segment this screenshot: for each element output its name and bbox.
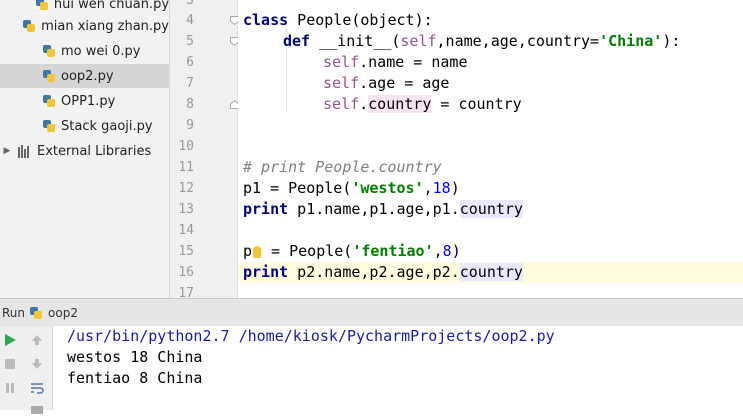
- line-number: 12: [178, 181, 194, 196]
- tree-file-stack-gaoji[interactable]: Stack gaoji.py: [0, 114, 169, 138]
- line-number: 11: [178, 160, 194, 175]
- tree-file-mian-xiang-zhan[interactable]: mian xiang zhan.py: [0, 14, 169, 38]
- tree-item-label: OPP1.py: [61, 93, 116, 109]
- tree-item-label: hui wen chuan.py: [53, 0, 170, 12]
- code-line-16: print p2.name,p2.age,p2.country: [243, 263, 523, 281]
- line-number: 10: [178, 139, 194, 154]
- run-console: /usr/bin/python2.7 /home/kiosk/PycharmPr…: [0, 326, 743, 414]
- tree-file-opp1[interactable]: OPP1.py: [0, 89, 169, 113]
- tree-item-label: mo wei 0.py: [61, 43, 141, 59]
- run-config-name[interactable]: oop2: [48, 306, 78, 320]
- python-file-icon: [42, 44, 56, 58]
- code-editor[interactable]: class People(object): def __init__(self,…: [238, 0, 743, 298]
- code-line-7: self.age = age: [323, 74, 450, 92]
- lightbulb-icon[interactable]: [253, 245, 262, 258]
- python-config-icon: [29, 306, 43, 320]
- code-line-8: self.country = country: [323, 95, 522, 113]
- console-output-line: fentiao 8 China: [67, 369, 203, 387]
- stop-icon[interactable]: [2, 356, 18, 372]
- soft-wrap-icon[interactable]: [29, 380, 45, 396]
- line-number: 4: [186, 13, 194, 28]
- code-line-15: p = People('fentiao',8): [243, 242, 461, 260]
- line-number: 6: [186, 55, 194, 70]
- line-number: 13: [178, 202, 194, 217]
- python-file-icon: [22, 19, 36, 33]
- code-line-11: # print People.country: [243, 158, 442, 176]
- tree-file-oop2[interactable]: oop2.py: [0, 64, 169, 88]
- python-file-icon: [42, 119, 56, 133]
- run-panel-header: Run oop2: [0, 298, 743, 327]
- tree-item-label: oop2.py: [61, 68, 114, 84]
- console-command-line: /usr/bin/python2.7 /home/kiosk/PycharmPr…: [67, 327, 555, 345]
- library-icon: [18, 144, 32, 158]
- code-line-5: def __init__(self,name,age,country='Chin…: [283, 32, 681, 50]
- line-number: 16: [178, 265, 194, 280]
- tree-file-mo-wei-0[interactable]: mo wei 0.py: [0, 39, 169, 63]
- rerun-up-icon[interactable]: [29, 332, 45, 348]
- tree-item-label: External Libraries: [37, 143, 152, 159]
- line-number: 7: [186, 76, 194, 91]
- editor-gutter: 3 4 5 6 7 8 9 10 11 12 13 14 15 16 17: [170, 0, 239, 301]
- code-line-6: self.name = name: [323, 53, 468, 71]
- print-icon[interactable]: [29, 402, 45, 418]
- project-tree: hui wen chuan.py mian xiang zhan.py mo w…: [0, 0, 170, 298]
- chevron-right-icon[interactable]: ▶: [0, 146, 14, 156]
- run-tab-label[interactable]: Run: [2, 306, 25, 320]
- python-file-icon: [35, 0, 49, 11]
- run-icon[interactable]: [2, 332, 18, 348]
- line-number: 14: [178, 223, 194, 238]
- tree-external-libraries[interactable]: ▶ External Libraries: [0, 139, 169, 163]
- code-line-4: class People(object):: [243, 11, 433, 29]
- python-file-icon: [42, 69, 56, 83]
- scroll-down-icon[interactable]: [29, 356, 45, 372]
- line-number: 9: [186, 118, 194, 133]
- code-line-13: print p1.name,p1.age,p1.country: [243, 200, 523, 218]
- line-number: 15: [178, 244, 194, 259]
- line-number: 5: [186, 34, 194, 49]
- console-toolbar: [0, 326, 53, 414]
- tree-item-label: mian xiang zhan.py: [41, 18, 169, 34]
- code-line-12: p1 = People('westos',18): [243, 179, 460, 197]
- console-output-line: westos 18 China: [67, 348, 203, 366]
- tree-item-label: Stack gaoji.py: [61, 118, 153, 134]
- line-number: 8: [186, 97, 194, 112]
- python-file-icon: [42, 94, 56, 108]
- pause-icon[interactable]: [2, 380, 18, 396]
